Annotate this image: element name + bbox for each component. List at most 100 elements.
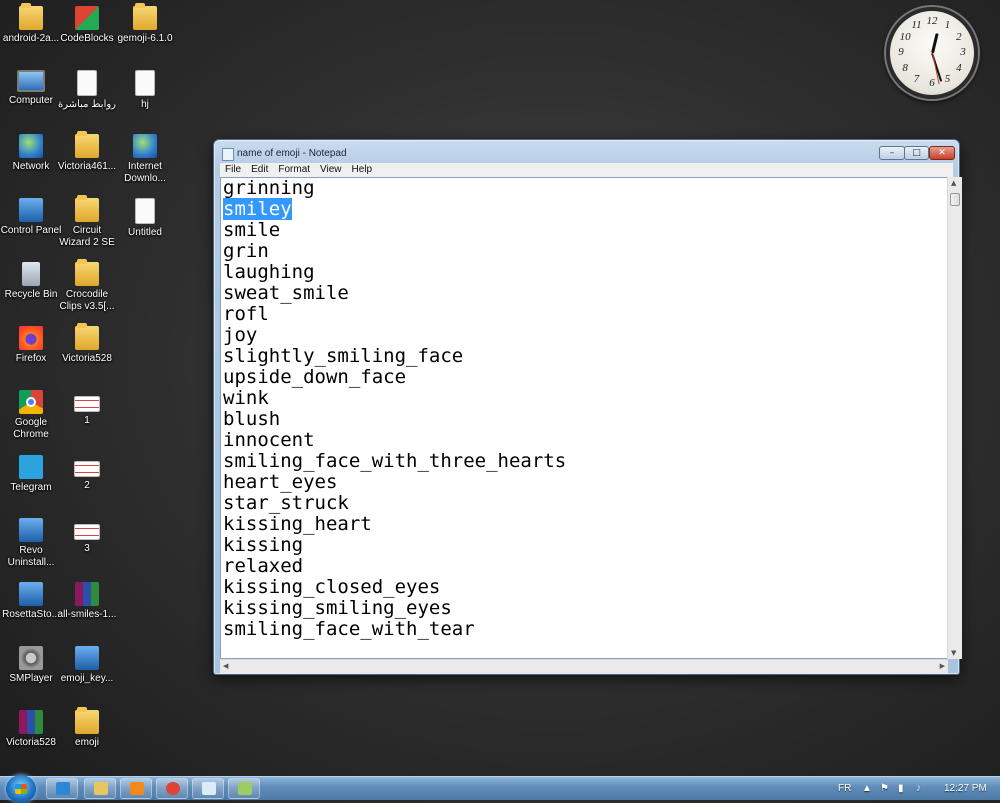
- scroll-down-icon[interactable]: ▼: [951, 649, 956, 657]
- action-center-flag-icon[interactable]: ⚑: [880, 783, 889, 794]
- clock-number: 12: [926, 15, 938, 27]
- desktop-icon[interactable]: Circuit Wizard 2 SE: [56, 195, 118, 249]
- desktop-icon[interactable]: Crocodile Clips v3.5[...: [56, 259, 118, 313]
- clock-number: 11: [911, 19, 922, 32]
- language-indicator[interactable]: FR: [838, 783, 851, 794]
- selected-text: smiley: [223, 198, 292, 220]
- show-hidden-icons-icon[interactable]: ▲: [862, 783, 872, 794]
- file-explorer-icon: [94, 782, 108, 795]
- menu-view[interactable]: View: [315, 163, 347, 176]
- chrome-icon: [19, 390, 43, 414]
- line-text: relaxed: [223, 555, 304, 577]
- clock-number: 5: [944, 72, 951, 85]
- blue-icon: [19, 518, 43, 542]
- scroll-up-icon[interactable]: ▲: [951, 179, 956, 187]
- vertical-scrollbar[interactable]: ▲ ▼: [947, 177, 962, 659]
- line-text: blush: [223, 408, 281, 430]
- horizontal-scrollbar[interactable]: ◀ ▶: [220, 659, 948, 674]
- desktop-icon[interactable]: Untitled: [114, 198, 176, 239]
- doc-icon: [135, 198, 155, 224]
- desktop-icon-label: Internet Downlo...: [124, 161, 166, 184]
- globe-icon: [19, 134, 43, 158]
- line-text: kissing: [223, 534, 304, 556]
- text-line: slightly_smiling_face: [223, 346, 566, 367]
- desktop-icon-label: Untitled: [128, 227, 162, 238]
- desktop-icon[interactable]: Computer: [0, 70, 62, 107]
- tg-icon: [19, 455, 43, 479]
- taskbar-notepad-button[interactable]: [192, 778, 224, 799]
- doc-lined-icon: [74, 524, 100, 540]
- desktop-icon[interactable]: gemoji-6.1.0: [114, 3, 176, 45]
- close-button[interactable]: ✕: [929, 146, 955, 160]
- menu-format[interactable]: Format: [273, 163, 315, 176]
- desktop-icon[interactable]: روابط مباشرة: [56, 70, 118, 111]
- text-line: kissing: [223, 535, 566, 556]
- menu-file[interactable]: File: [220, 163, 246, 176]
- taskbar-media-player-button[interactable]: [120, 778, 152, 799]
- desktop-icon-label: Control Panel: [0, 225, 62, 236]
- line-text: rofl: [223, 303, 269, 325]
- desktop-icon[interactable]: Telegram: [0, 455, 62, 494]
- folder-icon: [19, 3, 43, 30]
- desktop-icon[interactable]: Control Panel: [0, 198, 62, 237]
- start-button[interactable]: [6, 775, 36, 803]
- desktop-icon[interactable]: hj: [114, 70, 176, 111]
- desktop-icon[interactable]: Firefox: [0, 326, 62, 365]
- scroll-thumb[interactable]: [950, 193, 960, 206]
- blue-icon: [19, 582, 43, 606]
- scroll-left-icon[interactable]: ◀: [223, 662, 228, 670]
- minimize-button[interactable]: –: [879, 146, 905, 160]
- text-editor[interactable]: grinning smiley smile grin laughing sweat_smi…: [220, 177, 948, 659]
- desktop-icon[interactable]: Victoria461...: [56, 131, 118, 173]
- text-line: smile: [223, 220, 566, 241]
- desktop-icon[interactable]: SMPlayer: [0, 646, 62, 685]
- menu-edit[interactable]: Edit: [246, 163, 273, 176]
- desktop-icon[interactable]: Victoria528: [0, 710, 62, 749]
- line-text: smile: [223, 219, 281, 241]
- desktop-icon[interactable]: Revo Uninstall...: [0, 518, 62, 569]
- doc-lined-icon: [74, 396, 100, 412]
- desktop-icon[interactable]: emoji_key...: [56, 646, 118, 685]
- taskbar-google-chrome-button[interactable]: [156, 778, 188, 799]
- desktop-icon[interactable]: Victoria528: [56, 323, 118, 365]
- desktop-icon[interactable]: 3: [56, 518, 118, 555]
- desktop-icon[interactable]: Network: [0, 134, 62, 173]
- clock-gadget[interactable]: 12 1 2 3 4 5 6 7 8 9 10 11: [886, 7, 978, 99]
- line-text: sweat_smile: [223, 282, 349, 304]
- desktop-icon-label: Firefox: [15, 353, 47, 364]
- desktop-icon-label: Google Chrome: [13, 417, 49, 440]
- desktop-icon[interactable]: 2: [56, 455, 118, 492]
- clock-time[interactable]: 12:27 PM: [944, 783, 987, 794]
- volume-icon[interactable]: ♪: [916, 783, 921, 794]
- text-content[interactable]: grinning smiley smile grin laughing sweat_smi…: [223, 178, 566, 640]
- line-text: smiling_face_with_tear: [223, 618, 475, 640]
- globe-icon: [133, 134, 157, 158]
- text-line: kissing_closed_eyes: [223, 577, 566, 598]
- network-icon[interactable]: ▮: [898, 783, 904, 794]
- desktop-icon[interactable]: Recycle Bin: [0, 262, 62, 301]
- gear-icon: [19, 646, 43, 670]
- taskbar-paint-button[interactable]: [228, 778, 260, 799]
- desktop-icon-label: all-smiles-1...: [57, 609, 117, 620]
- text-line: relaxed: [223, 556, 566, 577]
- desktop-icon[interactable]: all-smiles-1...: [56, 582, 118, 621]
- desktop-icon[interactable]: android-2a...: [0, 3, 62, 45]
- desktop-icon[interactable]: RosettaSto...: [0, 582, 62, 621]
- taskbar-file-explorer-button[interactable]: [84, 778, 116, 799]
- desktop-icon[interactable]: CodeBlocks: [56, 6, 118, 45]
- taskbar-internet-explorer-button[interactable]: [46, 778, 78, 799]
- desktop-icon[interactable]: Google Chrome: [0, 390, 62, 441]
- desktop-icon[interactable]: Internet Downlo...: [114, 134, 176, 185]
- maximize-button[interactable]: □: [904, 146, 929, 160]
- blue-icon: [75, 646, 99, 670]
- text-line: smiling_face_with_tear: [223, 619, 566, 640]
- folder-icon: [75, 707, 99, 734]
- folder-icon: [133, 3, 157, 30]
- desktop-icon[interactable]: 1: [56, 390, 118, 427]
- desktop-icon[interactable]: emoji: [56, 707, 118, 749]
- line-text: grinning: [223, 177, 315, 199]
- menu-help[interactable]: Help: [347, 163, 378, 176]
- clock-number: 10: [899, 30, 911, 43]
- clock-number: 9: [898, 46, 904, 58]
- scroll-right-icon[interactable]: ▶: [940, 662, 945, 670]
